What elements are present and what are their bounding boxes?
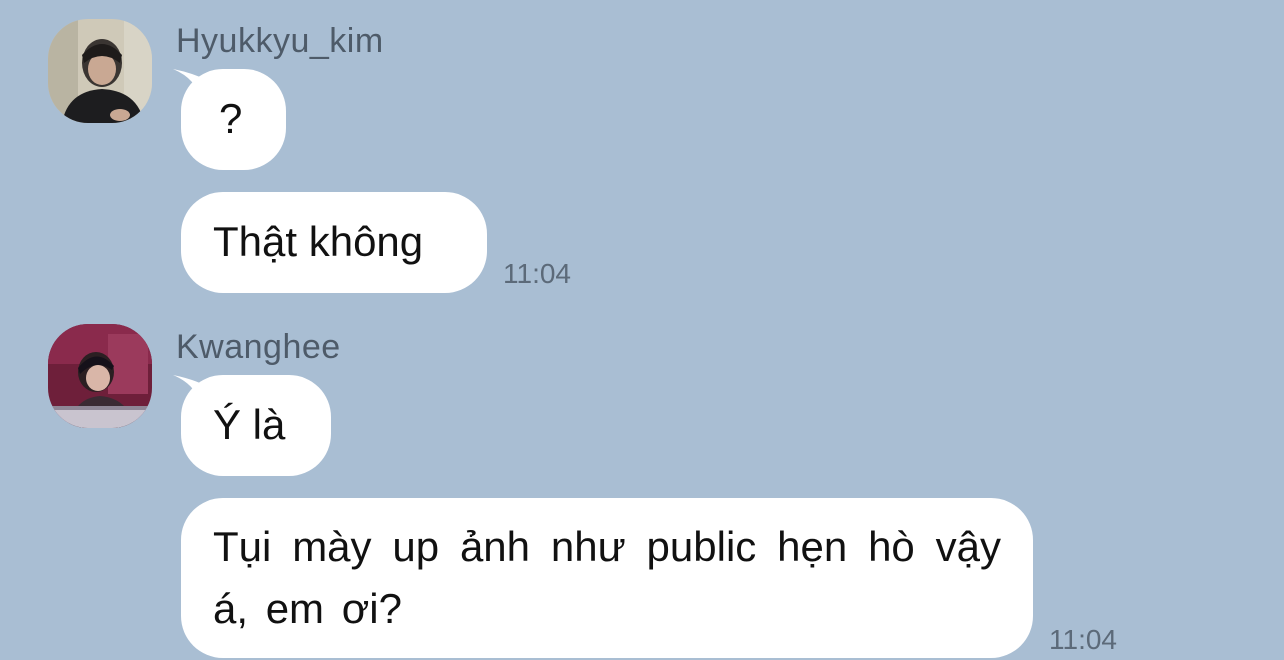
message-text: ? — [219, 95, 243, 142]
message-bubble[interactable]: ? — [173, 69, 286, 170]
message-bubble[interactable]: Tụi mày up ảnh như public hẹn hò vậy á, … — [181, 498, 1033, 658]
bubble-tail — [173, 69, 209, 101]
avatar[interactable] — [48, 19, 152, 123]
avatar[interactable] — [48, 324, 152, 428]
sender-name: Kwanghee — [176, 328, 341, 366]
message-bubble[interactable]: Thật không — [181, 192, 487, 293]
message-text: Ý là — [213, 401, 286, 448]
profile-photo-icon — [48, 324, 152, 428]
bubble-tail — [173, 375, 209, 407]
chat-view: Hyukkyu_kim ? Thật không 11:04 Kwanghee … — [0, 0, 1284, 660]
message-timestamp: 11:04 — [503, 258, 571, 289]
message-text: Tụi mày up ảnh như public hẹn hò vậy á, … — [213, 523, 1001, 632]
sender-name: Hyukkyu_kim — [176, 22, 384, 60]
message-text: Thật không — [213, 218, 424, 265]
message-timestamp: 11:04 — [1049, 624, 1117, 655]
message-bubble[interactable]: Ý là — [173, 375, 331, 476]
profile-photo-icon — [48, 19, 152, 123]
